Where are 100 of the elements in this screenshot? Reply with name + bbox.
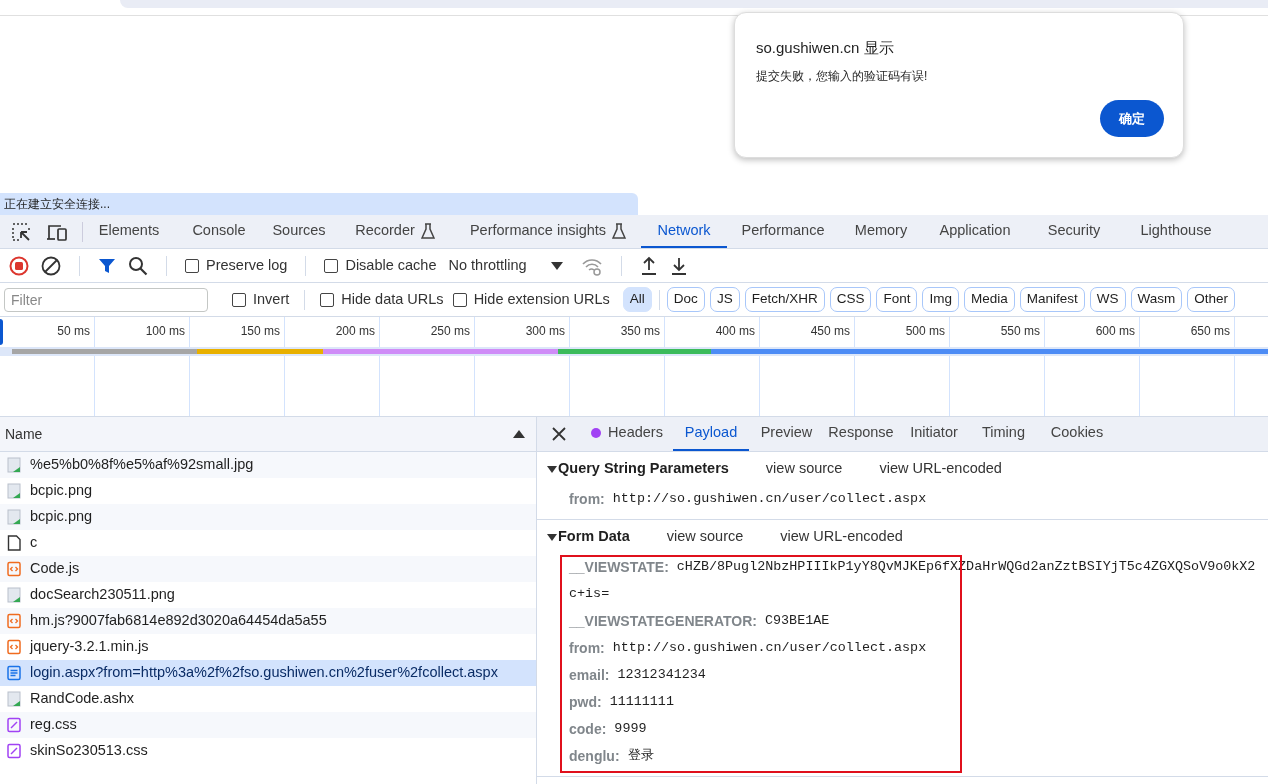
devtools-tab[interactable]: Memory	[839, 215, 923, 248]
inspect-icon[interactable]	[11, 221, 31, 242]
time-tick-label: 500 ms	[905, 323, 945, 340]
request-name: %e5%b0%8f%e5%af%92small.jpg	[30, 455, 254, 475]
detail-tab[interactable]: Response	[824, 417, 898, 451]
ok-button[interactable]: 确定	[1100, 100, 1164, 137]
status-dot-icon	[591, 428, 602, 438]
filter-icon[interactable]	[98, 256, 116, 275]
resource-type-filter[interactable]: All	[622, 287, 652, 312]
resource-type-filter[interactable]: Media	[963, 287, 1015, 312]
search-icon[interactable]	[128, 255, 148, 276]
script-file-icon	[7, 613, 21, 629]
detail-tab[interactable]: Timing	[970, 417, 1037, 451]
resource-type-filter[interactable]: Font	[876, 287, 918, 312]
detail-tab[interactable]: Headers	[581, 417, 673, 451]
script-file-icon	[7, 561, 21, 577]
detail-tab[interactable]: Cookies	[1037, 417, 1117, 451]
param-key: from:	[569, 489, 605, 510]
checkbox-label[interactable]: Disable cache	[345, 254, 437, 277]
checkbox[interactable]	[232, 292, 246, 307]
detail-tab[interactable]: Payload	[673, 417, 749, 451]
time-tick-label: 150 ms	[240, 323, 280, 340]
devtools-tab[interactable]: Lighthouse	[1121, 215, 1231, 248]
devtools-tab[interactable]: Elements	[83, 215, 175, 248]
name-column-header[interactable]: Name	[0, 417, 536, 452]
devtools-tab[interactable]: Performance	[727, 215, 839, 248]
request-name: c	[30, 533, 38, 553]
checkbox[interactable]	[320, 292, 335, 307]
request-name: bcpic.png	[30, 507, 93, 527]
resource-type-filter[interactable]: Manifest	[1019, 287, 1085, 312]
request-name: Code.js	[30, 559, 80, 579]
checkbox-label[interactable]: Hide extension URLs	[473, 288, 610, 311]
request-name: reg.css	[30, 715, 77, 735]
view-toggle-link[interactable]: view URL-encoded	[879, 458, 1002, 480]
close-icon[interactable]	[552, 427, 566, 441]
section-toggle[interactable]: Query String Parameters	[547, 458, 729, 480]
view-toggle-link[interactable]: view URL-encoded	[780, 526, 903, 548]
param-key: from:	[569, 638, 605, 659]
param-key: code:	[569, 719, 607, 740]
request-name: bcpic.png	[30, 481, 93, 501]
param-key: denglu:	[569, 746, 620, 767]
param-value: c+is=	[569, 585, 610, 604]
flask-icon	[420, 222, 435, 239]
stop-recording-icon[interactable]	[9, 255, 29, 276]
detail-tab[interactable]: Preview	[749, 417, 824, 451]
script-file-icon	[7, 639, 21, 655]
param-key: __VIEWSTATE:	[569, 557, 669, 578]
request-row[interactable]: hm.js?9007fab6814e892d3020a64454da5a55	[0, 608, 536, 634]
request-row[interactable]: reg.css	[0, 712, 536, 738]
checkbox[interactable]	[185, 258, 199, 273]
resource-type-filter[interactable]: CSS	[829, 287, 872, 312]
devtools-tab[interactable]: Console	[175, 215, 263, 248]
request-row[interactable]: login.aspx?from=http%3a%2f%2fso.gushiwen.cn%2fuser%2fcollect.aspx	[0, 660, 536, 686]
view-toggle-link[interactable]: view source	[666, 526, 744, 548]
section-toggle[interactable]: Form Data	[547, 526, 630, 548]
image-file-icon	[7, 483, 21, 499]
upload-icon[interactable]	[639, 255, 658, 276]
param-value: http://so.gushiwen.cn/user/collect.aspx	[612, 490, 927, 509]
request-name: hm.js?9007fab6814e892d3020a64454da5a55	[30, 611, 327, 631]
request-name: RandCode.ashx	[30, 689, 134, 709]
time-tick-label: 50 ms	[57, 323, 90, 340]
checkbox-label[interactable]: Hide data URLs	[341, 288, 444, 311]
devtools-tab[interactable]: Performance insights	[455, 215, 641, 248]
param-value: 12312341234	[617, 666, 706, 685]
checkbox-label[interactable]: Invert	[253, 288, 290, 311]
filter-field[interactable]: Filter	[4, 287, 208, 312]
resource-type-filter[interactable]: JS	[709, 287, 740, 312]
download-icon[interactable]	[669, 255, 688, 276]
devtools-tab[interactable]: Recorder	[335, 215, 455, 248]
time-tick-label: 550 ms	[1000, 323, 1040, 340]
request-name: login.aspx?from=http%3a%2f%2fso.gushiwen.cn%2fuser%2fcollect.aspx	[30, 663, 498, 683]
time-tick-label: 600 ms	[1095, 323, 1135, 340]
resource-type-filter[interactable]: Other	[1187, 287, 1236, 312]
resource-type-filter[interactable]: Wasm	[1130, 287, 1183, 312]
time-tick-label: 650 ms	[1190, 323, 1230, 340]
resource-type-filter[interactable]: Doc	[666, 287, 705, 312]
sort-ascending-icon[interactable]	[513, 430, 525, 438]
image-file-icon	[7, 509, 21, 525]
param-value: 9999	[614, 720, 647, 739]
throttling-dropdown[interactable]: No throttling	[448, 254, 563, 277]
time-tick-label: 400 ms	[715, 323, 755, 340]
resource-type-filter[interactable]: WS	[1089, 287, 1126, 312]
request-row[interactable]: %e5%b0%8f%e5%af%92small.jpg	[0, 452, 536, 478]
detail-tab[interactable]: Initiator	[898, 417, 970, 451]
param-value: http://so.gushiwen.cn/user/collect.aspx	[612, 639, 927, 658]
request-row[interactable]: Code.js	[0, 556, 536, 582]
resource-type-filter[interactable]: Img	[922, 287, 959, 312]
devtools-tab[interactable]: Application	[923, 215, 1027, 248]
checkbox[interactable]	[324, 258, 339, 273]
view-toggle-link[interactable]: view source	[765, 458, 843, 480]
checkbox[interactable]	[452, 292, 467, 307]
image-file-icon	[7, 691, 21, 707]
resource-type-filter[interactable]: Fetch/XHR	[744, 287, 825, 312]
devtools-tab[interactable]: Security	[1027, 215, 1121, 248]
devtools-tab[interactable]: Network	[641, 215, 727, 248]
request-row[interactable]: bcpic.png	[0, 504, 536, 530]
checkbox-label[interactable]: Preserve log	[206, 254, 288, 277]
time-tick-label: 200 ms	[335, 323, 375, 340]
clear-icon[interactable]	[41, 255, 61, 276]
devtools-tab[interactable]: Sources	[263, 215, 335, 248]
